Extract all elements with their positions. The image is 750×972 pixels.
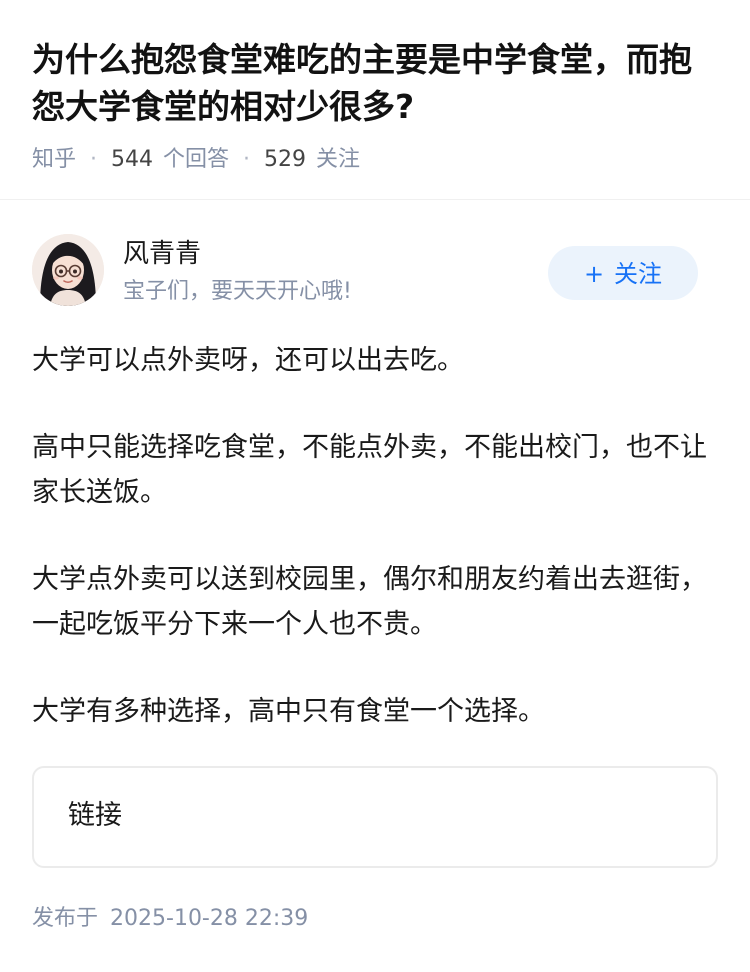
- answer-content: 大学可以点外卖呀，还可以出去吃。 高中只能选择吃食堂，不能点外卖，不能出校门，也…: [32, 338, 718, 776]
- question-title[interactable]: 为什么抱怨食堂难吃的主要是中学食堂，而抱怨大学食堂的相对少很多?: [32, 36, 722, 130]
- follow-button[interactable]: + 关注: [548, 246, 698, 300]
- question-header: 为什么抱怨食堂难吃的主要是中学食堂，而抱怨大学食堂的相对少很多? 知乎 · 544 个…: [0, 0, 750, 200]
- question-meta: 知乎 · 544 个回答 · 529 关注: [32, 144, 360, 176]
- followers-label: 关注: [316, 147, 361, 172]
- avatar[interactable]: [32, 234, 104, 306]
- answer-paragraph: 高中只能选择吃食堂，不能点外卖，不能出校门，也不让家长送饭。: [32, 432, 707, 508]
- author-bio: 宝子们，要天天开心哦!: [123, 279, 352, 304]
- separator-dot: ·: [243, 147, 251, 172]
- avatar-image: [32, 234, 104, 306]
- followers-count: 529: [264, 147, 307, 172]
- follow-button-label: 关注: [614, 260, 663, 288]
- separator-dot: ·: [90, 147, 98, 172]
- answers-label[interactable]: 个回答: [163, 147, 229, 172]
- source-label[interactable]: 知乎: [32, 147, 76, 172]
- publish-time: 2025-10-28 22:39: [110, 906, 309, 931]
- plus-icon: +: [583, 260, 605, 288]
- author-name[interactable]: 风青青: [123, 234, 201, 274]
- link-card-label: 链接: [68, 800, 122, 831]
- link-card[interactable]: 链接: [32, 766, 718, 868]
- answer-paragraph: 大学可以点外卖呀，还可以出去吃。: [32, 345, 464, 376]
- author-info: 风青青 宝子们，要天天开心哦! + 关注: [32, 234, 722, 310]
- publish-label: 发布于: [32, 906, 99, 931]
- answers-count[interactable]: 544: [111, 147, 153, 172]
- answer-paragraph: 大学点外卖可以送到校园里，偶尔和朋友约着出去逛街，一起吃饭平分下来一个人也不贵。: [32, 564, 707, 640]
- answer-paragraph: 大学有多种选择，高中只有食堂一个选择。: [32, 696, 545, 727]
- publish-info: 发布于 2025-10-28 22:39: [32, 902, 308, 936]
